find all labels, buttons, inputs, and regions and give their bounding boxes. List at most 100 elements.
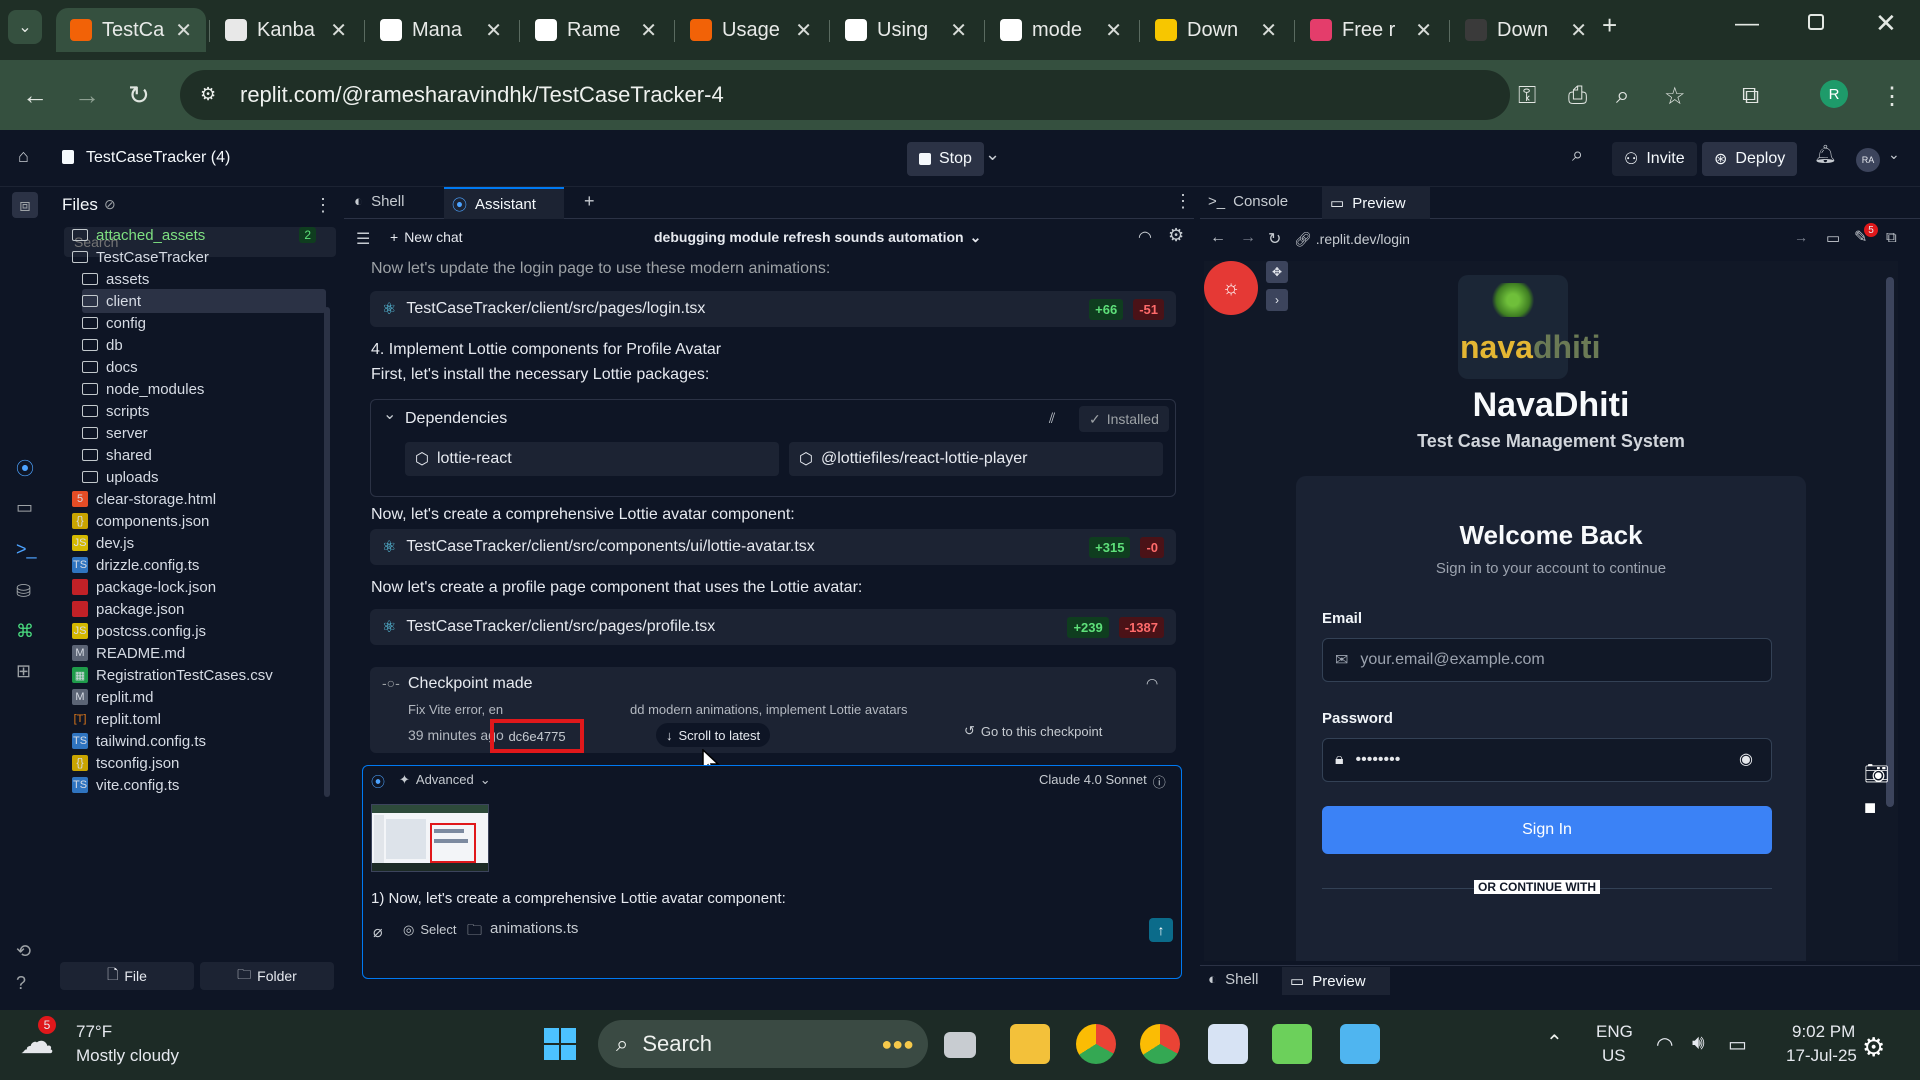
close-tab-icon[interactable]: ✕ bbox=[485, 18, 502, 43]
invite-button[interactable]: ⚇ Invite bbox=[1612, 142, 1697, 176]
speed-icon[interactable]: ◠ bbox=[1146, 675, 1158, 692]
camera-icon[interactable]: 📷︎ bbox=[1864, 761, 1889, 786]
weather-widget[interactable]: ☁ 5 77°F Mostly cloudy bbox=[20, 1016, 220, 1070]
speed-icon[interactable]: ◠ bbox=[1138, 227, 1152, 247]
preview-icon[interactable]: ▭ bbox=[16, 497, 33, 518]
scrollbar[interactable] bbox=[324, 307, 330, 797]
preview-back-icon[interactable]: ← bbox=[1210, 229, 1226, 247]
folder-item[interactable]: shared bbox=[82, 443, 326, 467]
new-folder-button[interactable]: 🗀︎ Folder bbox=[200, 962, 334, 990]
volume-icon[interactable]: 🔊︎ bbox=[1692, 1032, 1705, 1055]
move-handle-icon[interactable]: ✥ bbox=[1266, 261, 1288, 283]
preview-forward-icon[interactable]: → bbox=[1240, 229, 1256, 247]
file-item[interactable]: TS tailwind.config.ts bbox=[72, 729, 316, 753]
forward-icon[interactable]: → bbox=[74, 80, 100, 111]
file-item[interactable]: {} tsconfig.json bbox=[72, 751, 316, 775]
threads-icon[interactable]: ⟲ bbox=[16, 941, 31, 962]
scroll-to-latest-button[interactable]: ↓ Scroll to latest bbox=[656, 723, 771, 747]
browser-tab[interactable]: Using ✕ bbox=[831, 8, 981, 52]
collapse-handle-icon[interactable]: › bbox=[1266, 289, 1288, 311]
clock-time[interactable]: 9:02 PM bbox=[1792, 1022, 1855, 1042]
tab-assistant[interactable]: ⦿ Assistant bbox=[444, 187, 564, 219]
file-item[interactable]: package.json bbox=[72, 597, 316, 621]
close-tab-icon[interactable]: ✕ bbox=[1415, 18, 1432, 43]
preview-reload-icon[interactable]: ↻ bbox=[1268, 229, 1281, 249]
kebab-menu-icon[interactable]: ⋮ bbox=[1880, 82, 1904, 111]
file-change-card[interactable]: ⚛ TestCaseTracker/client/src/components/… bbox=[370, 529, 1176, 565]
all-tools-icon[interactable]: ⊞ bbox=[16, 661, 31, 682]
file-item[interactable]: {} components.json bbox=[72, 509, 316, 533]
restore-button[interactable] bbox=[1808, 14, 1824, 30]
close-tab-icon[interactable]: ✕ bbox=[950, 18, 967, 43]
send-button[interactable]: ↑ bbox=[1149, 918, 1173, 942]
file-item[interactable]: [T] replit.toml bbox=[72, 707, 316, 731]
close-window-button[interactable]: ✕ bbox=[1875, 8, 1897, 39]
shell-icon[interactable]: >_ bbox=[16, 539, 37, 560]
model-selector[interactable]: Claude 4.0 Sonnet ⓘ bbox=[1039, 772, 1166, 791]
files-icon[interactable]: ⧈ bbox=[12, 192, 38, 218]
chrome-icon[interactable] bbox=[1076, 1024, 1116, 1064]
run-options-chevron-icon[interactable]: ⌄ bbox=[985, 144, 1000, 165]
dependency-tool-icon[interactable]: ⫽ bbox=[1049, 410, 1055, 427]
settings-gear-icon[interactable]: ⚙ bbox=[1862, 1032, 1885, 1063]
new-chat-button[interactable]: + New chat bbox=[390, 229, 463, 245]
devices-icon[interactable]: ▭ bbox=[1826, 229, 1840, 247]
folder-item[interactable]: docs bbox=[82, 355, 326, 379]
reload-icon[interactable]: ↻ bbox=[128, 80, 150, 111]
install-app-icon[interactable]: ⎙ bbox=[1568, 82, 1587, 110]
pane-menu-icon[interactable]: ⋮ bbox=[1174, 191, 1192, 212]
chat-input-box[interactable]: ⦿ ✦ Advanced ⌄ Claude 4.0 Sonnet ⓘ 1) Now, … bbox=[362, 765, 1182, 979]
chat-history-icon[interactable]: ☰ bbox=[356, 229, 370, 249]
chevron-up-icon[interactable]: ⌃ bbox=[1546, 1030, 1563, 1055]
folder-item[interactable]: client bbox=[82, 289, 326, 313]
folder-item[interactable]: scripts bbox=[82, 399, 326, 423]
browser-tab[interactable]: Down ✕ bbox=[1141, 8, 1291, 52]
browser-tab[interactable]: Mana ✕ bbox=[366, 8, 516, 52]
dependency-item[interactable]: ⬡ lottie-react bbox=[405, 442, 779, 476]
help-icon[interactable]: ? bbox=[16, 973, 26, 994]
browser-tab[interactable]: Rame ✕ bbox=[521, 8, 671, 52]
file-item[interactable]: JS dev.js bbox=[72, 531, 316, 555]
close-tab-icon[interactable]: ✕ bbox=[330, 18, 347, 43]
close-tab-icon[interactable]: ✕ bbox=[1260, 18, 1277, 43]
file-item[interactable]: 5 clear-storage.html bbox=[72, 487, 316, 511]
zoom-icon[interactable]: ⌕ bbox=[1616, 82, 1629, 110]
folder-item[interactable]: attached_assets 2 bbox=[72, 223, 316, 247]
task-view-icon[interactable] bbox=[944, 1032, 976, 1058]
attached-file-chip[interactable]: 🗀︎ animations.ts bbox=[467, 920, 578, 945]
extensions-icon[interactable]: ⧉ bbox=[1742, 82, 1759, 110]
file-item[interactable]: package-lock.json bbox=[72, 575, 316, 599]
browser-tab[interactable]: Down ✕ bbox=[1451, 8, 1601, 52]
email-field[interactable]: ✉ your.email@example.com bbox=[1322, 638, 1772, 682]
tab-shell[interactable]: ◐ Shell bbox=[1208, 971, 1258, 988]
file-item[interactable]: JS postcss.config.js bbox=[72, 619, 316, 643]
browser-tab[interactable]: Usage ✕ bbox=[676, 8, 826, 52]
chevron-down-icon[interactable]: ⌄ bbox=[383, 404, 396, 424]
browser-tab[interactable]: mode ✕ bbox=[986, 8, 1136, 52]
folder-item[interactable]: uploads bbox=[82, 465, 326, 489]
chevron-down-icon[interactable]: ⌄ bbox=[1888, 146, 1900, 163]
close-tab-icon[interactable]: ✕ bbox=[640, 18, 657, 43]
stop-button[interactable]: Stop bbox=[907, 142, 984, 176]
file-item[interactable]: TS vite.config.ts bbox=[72, 773, 316, 797]
password-field[interactable]: 🔒︎ •••••••• ◉ bbox=[1322, 738, 1772, 782]
file-item[interactable]: ▦ RegistrationTestCases.csv bbox=[72, 663, 316, 687]
video-icon[interactable]: ■ bbox=[1864, 797, 1876, 820]
home-icon[interactable]: ⌂ bbox=[18, 146, 29, 167]
snipping-icon[interactable] bbox=[1272, 1024, 1312, 1064]
attached-screenshot-thumbnail[interactable] bbox=[371, 804, 489, 872]
git-icon[interactable]: ⌘ bbox=[16, 621, 34, 642]
sign-in-button[interactable]: Sign In bbox=[1322, 806, 1772, 854]
new-window-icon[interactable]: ⧉ bbox=[1886, 229, 1897, 246]
file-item[interactable]: M README.md bbox=[72, 641, 316, 665]
close-tab-icon[interactable]: ✕ bbox=[1105, 18, 1122, 43]
new-tab-button[interactable]: + bbox=[1602, 10, 1617, 41]
database-icon[interactable]: ⛁ bbox=[16, 581, 31, 602]
browser-tab[interactable]: Free r ✕ bbox=[1296, 8, 1446, 52]
profile-avatar[interactable]: R bbox=[1820, 80, 1848, 108]
paperclip-icon[interactable]: ⌀ bbox=[373, 922, 383, 942]
settings-gear-icon[interactable]: ⚙ bbox=[1168, 225, 1184, 246]
add-tab-icon[interactable]: + bbox=[584, 191, 595, 212]
eye-icon[interactable]: ◉ bbox=[1739, 749, 1753, 769]
preview-scrollbar[interactable] bbox=[1886, 277, 1894, 807]
